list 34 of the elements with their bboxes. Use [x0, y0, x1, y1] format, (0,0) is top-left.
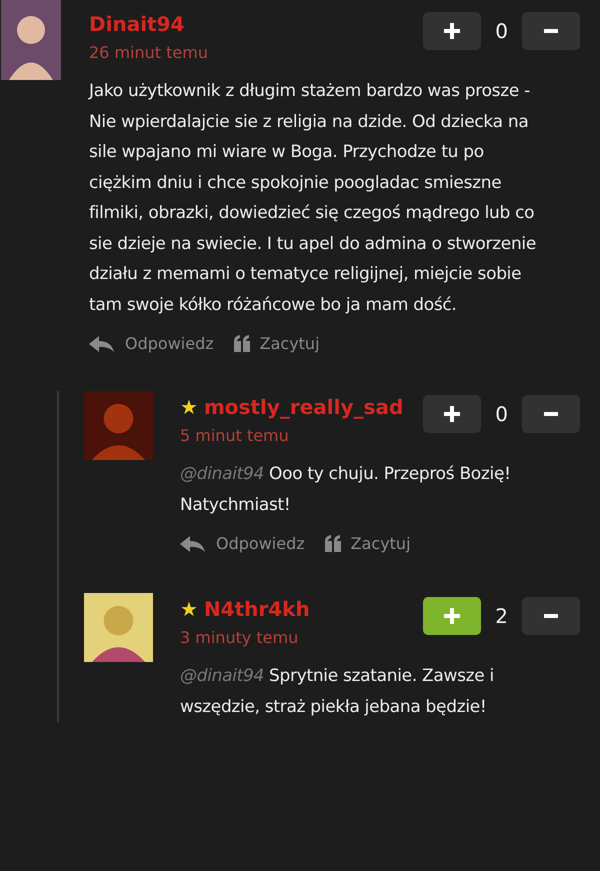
comment-text: Jako użytkownik z długim stażem bardzo was prosze - Nie wpierdalajcie sie z religia na dzide. Od dziecka na sile wpajano mi wiare w Boga. Przychodze tu po ciężkim dniu i chce spokojnie poogladac smieszne filmiki, obrazki, dowiedzieć się czegoś mądrego lub co sie dzieje na swiecie. I tu apel do admina o stworzenie działu z memami o tematyce religijnej, miejcie sobie tam swoje kółko różańcowe bo ja mam dość.: [89, 80, 537, 316]
upvote-button[interactable]: [423, 395, 482, 433]
comment-action-link[interactable]: Odpowiedz: [89, 334, 214, 353]
downvote-button[interactable]: [522, 597, 580, 635]
quote-icon: [234, 334, 250, 352]
comment-text: @dinait94 Ooo ty chuju. Przeproś Bozię! Natychmiast!: [180, 463, 512, 516]
author-link[interactable]: mostly_really_sad: [204, 395, 404, 419]
comment-action-link[interactable]: Odpowiedz: [180, 534, 305, 553]
minus-icon: [544, 29, 558, 33]
comment-time: 5 minut temu: [180, 426, 290, 445]
plus-icon: [442, 21, 462, 41]
author-link[interactable]: N4thr4kh: [204, 597, 310, 621]
reply-icon: [180, 534, 206, 552]
comment-text: @dinait94 Sprytnie szatanie. Zawsze i wszędzie, straż piekła jebana będzie!: [180, 665, 495, 718]
comment-action-link[interactable]: Zacytuj: [324, 534, 411, 553]
downvote-button[interactable]: [522, 12, 580, 50]
author-link[interactable]: Dinait94: [89, 12, 184, 36]
vote-score: 0: [495, 19, 508, 43]
reply-icon: [89, 334, 115, 352]
plus-icon: [442, 404, 462, 424]
comment-time: 3 minuty temu: [180, 628, 300, 647]
comment-action-link[interactable]: Zacytuj: [234, 334, 320, 353]
upvote-button[interactable]: [423, 12, 482, 50]
minus-icon: [544, 614, 558, 618]
star-icon: ★: [180, 395, 198, 419]
plus-icon: [442, 606, 462, 626]
downvote-button[interactable]: [522, 395, 580, 433]
vote-score: 2: [495, 604, 508, 628]
vote-score: 0: [495, 402, 508, 426]
quote-icon: [324, 534, 341, 552]
star-icon: ★: [180, 597, 198, 621]
avatar-icon[interactable]: [0, 0, 62, 80]
minus-icon: [544, 412, 558, 416]
comment-time: 26 minut temu: [89, 43, 208, 62]
